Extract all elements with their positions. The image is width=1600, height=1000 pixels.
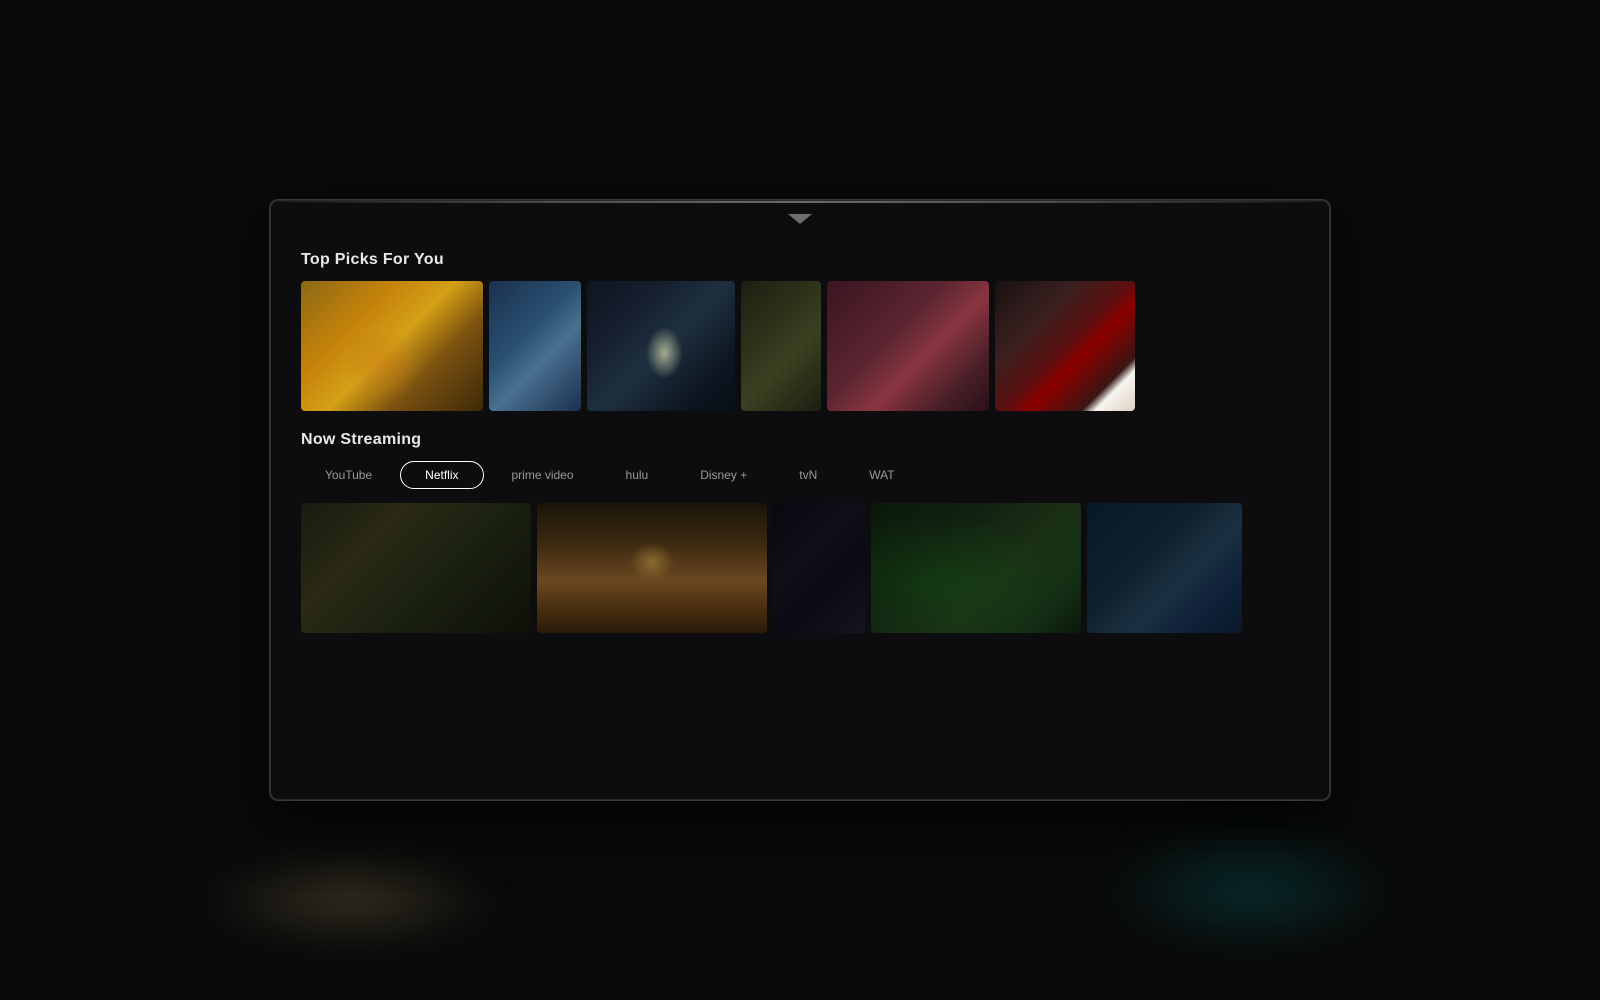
now-streaming-section: Now Streaming YouTube Netflix prime vide… — [301, 431, 1299, 633]
tab-disney[interactable]: Disney + — [676, 462, 771, 488]
tab-tvn[interactable]: tvN — [775, 462, 841, 488]
now-streaming-title: Now Streaming — [301, 431, 1299, 449]
streaming-item-5[interactable] — [1087, 503, 1242, 633]
tab-prime[interactable]: prime video — [488, 462, 598, 488]
tab-netflix[interactable]: Netflix — [400, 461, 483, 489]
top-pick-5[interactable] — [827, 281, 989, 411]
tab-hulu[interactable]: hulu — [602, 462, 673, 488]
tv-notch — [770, 209, 830, 229]
tv-frame: Top Picks For You — [270, 200, 1330, 800]
top-pick-4[interactable] — [741, 281, 821, 411]
top-pick-1[interactable] — [301, 281, 483, 411]
streaming-item-3[interactable] — [773, 503, 865, 633]
chevron-down-icon — [788, 214, 812, 224]
tab-wat[interactable]: WAT — [845, 462, 918, 488]
streaming-content-row — [301, 503, 1299, 633]
top-picks-row — [301, 281, 1299, 411]
screen-content: Top Picks For You — [271, 201, 1329, 799]
streaming-item-4[interactable] — [871, 503, 1081, 633]
streaming-item-1[interactable] — [301, 503, 531, 633]
streaming-item-2[interactable] — [537, 503, 767, 633]
top-picks-title: Top Picks For You — [301, 251, 1299, 269]
top-pick-6[interactable] — [995, 281, 1135, 411]
top-pick-3[interactable] — [587, 281, 735, 411]
streaming-tabs: YouTube Netflix prime video hulu Disney … — [301, 461, 1299, 489]
top-picks-section: Top Picks For You — [301, 251, 1299, 411]
top-pick-2[interactable] — [489, 281, 581, 411]
tab-youtube[interactable]: YouTube — [301, 462, 396, 488]
